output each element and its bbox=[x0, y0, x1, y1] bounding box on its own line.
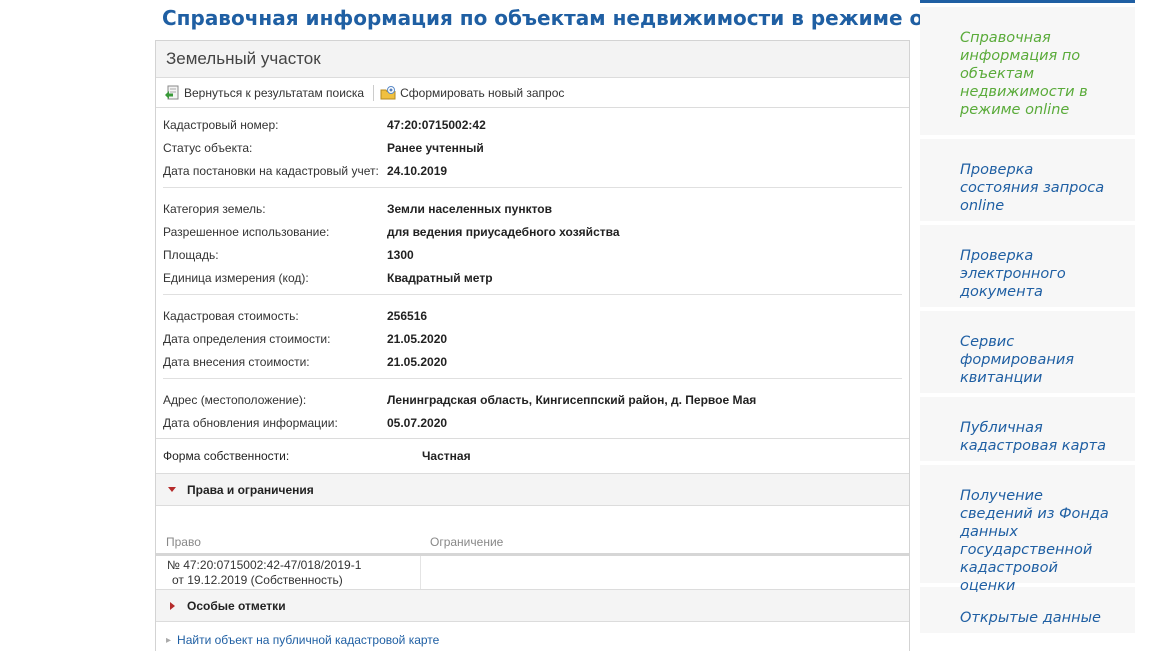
new-request-label: Сформировать новый запрос bbox=[400, 85, 565, 100]
ownership-row: Форма собственности: Частная bbox=[156, 438, 909, 474]
column-header-restriction: Ограничение bbox=[420, 530, 909, 556]
info-label: Кадастровый номер: bbox=[163, 117, 279, 132]
info-value: 21.05.2020 bbox=[387, 331, 448, 346]
special-section-toggle[interactable]: Особые отметки bbox=[156, 590, 909, 622]
right-cell: № 47:20:0715002:42-47/018/2019-1 от 19.1… bbox=[156, 556, 420, 589]
info-value: Земли населенных пунктов bbox=[387, 201, 553, 216]
rights-table-header: Право Ограничение bbox=[156, 530, 909, 556]
new-request-button[interactable]: Сформировать новый запрос bbox=[380, 85, 564, 101]
sidebar-item-public-map[interactable]: Публичная кадастровая карта bbox=[920, 397, 1135, 461]
info-label: Дата постановки на кадастровый учет: bbox=[163, 163, 379, 178]
land-info: Категория земель: Земли населенных пункто… bbox=[156, 197, 909, 289]
back-to-results-label: Вернуться к результатам поиска bbox=[184, 85, 365, 100]
right-number: № 47:20:0715002:42-47/018/2019-1 bbox=[167, 558, 362, 572]
sidebar: Справочная информация по объектам недвиж… bbox=[920, 0, 1135, 651]
ownership-value: Частная bbox=[422, 449, 471, 463]
card-title: Земельный участок bbox=[156, 41, 909, 78]
info-value: 256516 bbox=[387, 308, 428, 323]
rights-section-title: Права и ограничения bbox=[187, 482, 314, 497]
cost-info: Кадастровая стоимость: 256516 Дата опреде… bbox=[156, 304, 909, 373]
restriction-cell bbox=[420, 556, 909, 589]
back-arrow-icon bbox=[165, 85, 179, 99]
rights-table: Право Ограничение № 47:20:0715002:42-47/… bbox=[156, 530, 909, 590]
info-value: 47:20:0715002:42 bbox=[387, 117, 486, 132]
truncated-row: ▸ bbox=[156, 647, 909, 651]
right-date: от 19.12.2019 (Собственность) bbox=[172, 573, 343, 587]
triangle-down-icon bbox=[168, 487, 176, 492]
rights-section-toggle[interactable]: Права и ограничения bbox=[156, 474, 909, 506]
toolbar: Вернуться к результатам поиска Сформиров… bbox=[156, 78, 909, 108]
info-value: Квадратный метр bbox=[387, 270, 493, 285]
column-header-right: Право bbox=[156, 530, 420, 556]
info-value: Ранее учтенный bbox=[387, 140, 484, 155]
info-value: для ведения приусадебного хозяйства bbox=[387, 224, 620, 239]
object-info: Кадастровый номер: 47:20:0715002:42 Стату… bbox=[156, 108, 909, 182]
object-card: Земельный участок Вернуться к результата… bbox=[155, 40, 910, 651]
info-label: Дата внесения стоимости: bbox=[163, 354, 310, 369]
divider bbox=[163, 378, 902, 379]
info-value: 05.07.2020 bbox=[387, 415, 448, 430]
info-label: Категория земель: bbox=[163, 201, 266, 216]
info-label: Дата обновления информации: bbox=[163, 415, 338, 430]
toolbar-divider bbox=[373, 84, 375, 101]
sidebar-item-reference-info[interactable]: Справочная информация по объектам недвиж… bbox=[920, 7, 1135, 135]
info-value: 24.10.2019 bbox=[387, 163, 448, 178]
ownership-label: Форма собственности: bbox=[163, 449, 290, 463]
divider bbox=[163, 187, 902, 188]
info-label: Статус объекта: bbox=[163, 140, 253, 155]
info-row: Категория земель: Земли населенных пункто… bbox=[163, 197, 902, 220]
info-row: Кадастровая стоимость: 256516 bbox=[163, 304, 902, 327]
info-row: Статус объекта: Ранее учтенный bbox=[163, 136, 902, 159]
info-label: Дата определения стоимости: bbox=[163, 331, 331, 346]
sidebar-item-valuation-fund[interactable]: Получение сведений из Фонда данных госуд… bbox=[920, 465, 1135, 594]
sidebar-item-open-data[interactable]: Открытые данные bbox=[920, 587, 1135, 633]
divider bbox=[163, 294, 902, 295]
info-row: Адрес (местоположение): Ленинградская обл… bbox=[163, 388, 902, 411]
special-section-title: Особые отметки bbox=[187, 598, 286, 613]
page-title: Справочная информация по объектам недвиж… bbox=[162, 6, 979, 30]
info-label: Единица измерения (код): bbox=[163, 270, 309, 285]
info-label: Кадастровая стоимость: bbox=[163, 308, 299, 323]
sidebar-item-request-status[interactable]: Проверка состояния запроса online bbox=[920, 139, 1135, 221]
new-request-icon bbox=[380, 85, 396, 99]
info-row: Дата определения стоимости: 21.05.2020 bbox=[163, 327, 902, 350]
map-link-row: ▸ Найти объект на публичной кадастровой … bbox=[156, 622, 909, 647]
info-row: Дата обновления информации: 05.07.2020 bbox=[163, 411, 902, 434]
info-row: Единица измерения (код): Квадратный метр bbox=[163, 266, 902, 289]
info-row: Площадь: 1300 bbox=[163, 243, 902, 266]
info-value: Ленинградская область, Кингисеппский рай… bbox=[387, 392, 757, 407]
info-label: Площадь: bbox=[163, 247, 219, 262]
back-to-results-button[interactable]: Вернуться к результатам поиска bbox=[164, 85, 364, 101]
info-row: Кадастровый номер: 47:20:0715002:42 bbox=[163, 113, 902, 136]
triangle-right-icon bbox=[170, 601, 175, 610]
info-value: 21.05.2020 bbox=[387, 354, 448, 369]
sidebar-item-receipt-service[interactable]: Сервис формирования квитанции bbox=[920, 311, 1135, 393]
sidebar-item-document-check[interactable]: Проверка электронного документа bbox=[920, 225, 1135, 307]
public-map-link[interactable]: Найти объект на публичной кадастровой ка… bbox=[177, 633, 439, 647]
address-info: Адрес (местоположение): Ленинградская обл… bbox=[156, 388, 909, 438]
info-row: Разрешенное использование: для ведения пр… bbox=[163, 220, 902, 243]
info-row: Дата внесения стоимости: 21.05.2020 bbox=[163, 350, 902, 373]
info-row: Дата постановки на кадастровый учет: 24.1… bbox=[163, 159, 902, 182]
chevron-right-icon: ▸ bbox=[166, 634, 172, 646]
info-label: Разрешенное использование: bbox=[163, 224, 330, 239]
info-label: Адрес (местоположение): bbox=[163, 392, 307, 407]
sidebar-top-line bbox=[920, 0, 1135, 3]
info-value: 1300 bbox=[387, 247, 414, 262]
table-row: № 47:20:0715002:42-47/018/2019-1 от 19.1… bbox=[156, 556, 909, 590]
